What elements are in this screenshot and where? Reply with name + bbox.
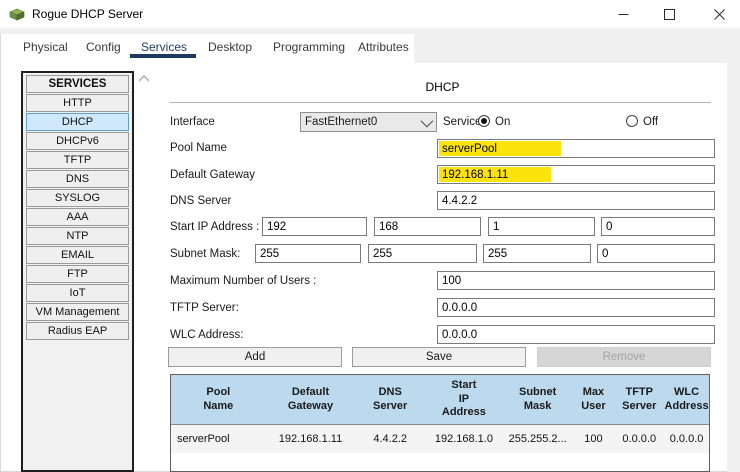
pool-name-input[interactable]: serverPool — [437, 139, 715, 158]
sidebar-item-aaa[interactable]: AAA — [26, 208, 129, 226]
col-max-user: Max User — [581, 385, 606, 412]
sidebar-item-tftp[interactable]: TFTP — [26, 151, 129, 169]
title-bar: Rogue DHCP Server — [0, 0, 740, 28]
col-wlc-address: WLC Address — [664, 385, 709, 412]
table-header-row: Pool Name Default Gateway DNS Server Sta… — [171, 375, 709, 425]
subnet-octet-1[interactable]: 255 — [255, 244, 361, 263]
add-button[interactable]: Add — [168, 347, 342, 367]
start-ip-label: Start IP Address : — [170, 221, 260, 233]
remove-button[interactable]: Remove — [537, 347, 711, 367]
pool-name-label: Pool Name — [170, 142, 227, 154]
sidebar-item-dhcp[interactable]: DHCP — [26, 113, 129, 131]
tab-services[interactable]: Services — [141, 40, 187, 54]
sidebar-item-iot[interactable]: IoT — [26, 284, 129, 302]
tftp-server-label: TFTP Server: — [170, 302, 239, 314]
sidebar-item-radius-eap[interactable]: Radius EAP — [26, 322, 129, 340]
tab-config[interactable]: Config — [86, 40, 121, 54]
maximize-button[interactable] — [652, 0, 686, 28]
sidebar-item-syslog[interactable]: SYSLOG — [26, 189, 129, 207]
table-row[interactable]: serverPool 192.168.1.11 4.4.2.2 192.168.… — [171, 425, 709, 453]
heading-divider — [170, 102, 711, 103]
tab-desktop[interactable]: Desktop — [208, 40, 252, 54]
service-off-label: Off — [643, 116, 659, 128]
chevron-down-icon — [420, 114, 434, 127]
subnet-mask-label: Subnet Mask: — [170, 248, 241, 260]
sidebar-item-dns[interactable]: DNS — [26, 170, 129, 188]
dns-server-label: DNS Server — [170, 195, 232, 207]
max-users-label: Maximum Number of Users : — [170, 275, 317, 287]
cell-wlc-address: 0.0.0.0 — [669, 433, 704, 445]
page-title: DHCP — [425, 80, 460, 94]
close-icon — [713, 8, 725, 20]
cell-pool-name: serverPool — [177, 433, 230, 445]
sidebar-item-http[interactable]: HTTP — [26, 94, 129, 112]
interface-select-value: FastEthernet0 — [305, 116, 378, 128]
service-off-radio[interactable] — [626, 115, 638, 127]
start-ip-octet-1[interactable]: 192 — [262, 217, 367, 236]
cell-dns-server: 4.4.2.2 — [373, 433, 408, 445]
col-subnet-mask: Subnet Mask — [518, 385, 557, 412]
cell-max-user: 100 — [584, 433, 603, 445]
subnet-octet-2[interactable]: 255 — [368, 244, 477, 263]
wlc-address-label: WLC Address: — [170, 329, 244, 341]
sidebar-item-ftp[interactable]: FTP — [26, 265, 129, 283]
service-label: Service — [443, 116, 482, 128]
col-dns-server: DNS Server — [373, 385, 408, 412]
col-start-ip: Start IP Address — [441, 378, 486, 419]
interface-select[interactable]: FastEthernet0 — [300, 112, 437, 132]
cell-start-ip: 192.168.1.0 — [434, 433, 493, 445]
tab-programming[interactable]: Programming — [273, 40, 345, 54]
service-on-label: On — [495, 116, 511, 128]
subnet-octet-4[interactable]: 0 — [597, 244, 715, 263]
sidebar-item-email[interactable]: EMAIL — [26, 246, 129, 264]
sidebar-header-services: SERVICES — [26, 75, 129, 93]
window-title: Rogue DHCP Server — [32, 7, 144, 21]
minimize-button[interactable] — [606, 0, 640, 28]
scroll-up-icon[interactable] — [137, 73, 151, 85]
subnet-octet-3[interactable]: 255 — [483, 244, 591, 263]
tab-attributes[interactable]: Attributes — [358, 40, 409, 54]
sidebar-item-vm-management[interactable]: VM Management — [26, 303, 129, 321]
col-pool-name: Pool Name — [203, 385, 234, 412]
start-ip-octet-2[interactable]: 168 — [374, 217, 481, 236]
default-gateway-input[interactable]: 192.168.1.11 — [437, 165, 715, 184]
close-button[interactable] — [702, 0, 736, 28]
active-tab-underline — [130, 54, 196, 58]
service-on-radio[interactable] — [478, 115, 490, 127]
tabbar-filler — [414, 34, 740, 63]
sidebar-item-ntp[interactable]: NTP — [26, 227, 129, 245]
max-users-input[interactable]: 100 — [437, 271, 715, 290]
default-gateway-label: Default Gateway — [170, 169, 256, 181]
maximize-icon — [663, 8, 675, 20]
save-button[interactable]: Save — [352, 347, 526, 367]
tab-physical[interactable]: Physical — [23, 40, 68, 54]
services-sidebar: SERVICES HTTP DHCP DHCPv6 TFTP DNS SYSLO… — [21, 71, 134, 472]
cell-tftp-server: 0.0.0.0 — [622, 433, 657, 445]
dhcp-pool-table: Pool Name Default Gateway DNS Server Sta… — [170, 374, 710, 472]
col-tftp-server: TFTP Server — [622, 385, 657, 412]
interface-label: Interface — [170, 116, 215, 128]
cell-subnet-mask: 255.255.2... — [508, 433, 567, 445]
start-ip-octet-4[interactable]: 0 — [601, 217, 715, 236]
sidebar-item-dhcpv6[interactable]: DHCPv6 — [26, 132, 129, 150]
cell-default-gateway: 192.168.1.11 — [278, 433, 343, 445]
col-default-gateway: Default Gateway — [287, 385, 334, 412]
right-scroll-gutter — [727, 63, 740, 472]
app-icon — [9, 8, 25, 21]
dns-server-input[interactable]: 4.4.2.2 — [437, 191, 715, 210]
wlc-address-input[interactable]: 0.0.0.0 — [437, 325, 715, 344]
app-window: Rogue DHCP Server Physical Config Servic… — [0, 0, 740, 472]
minimize-icon — [618, 13, 628, 15]
start-ip-octet-3[interactable]: 1 — [488, 217, 595, 236]
tftp-server-input[interactable]: 0.0.0.0 — [437, 298, 715, 317]
